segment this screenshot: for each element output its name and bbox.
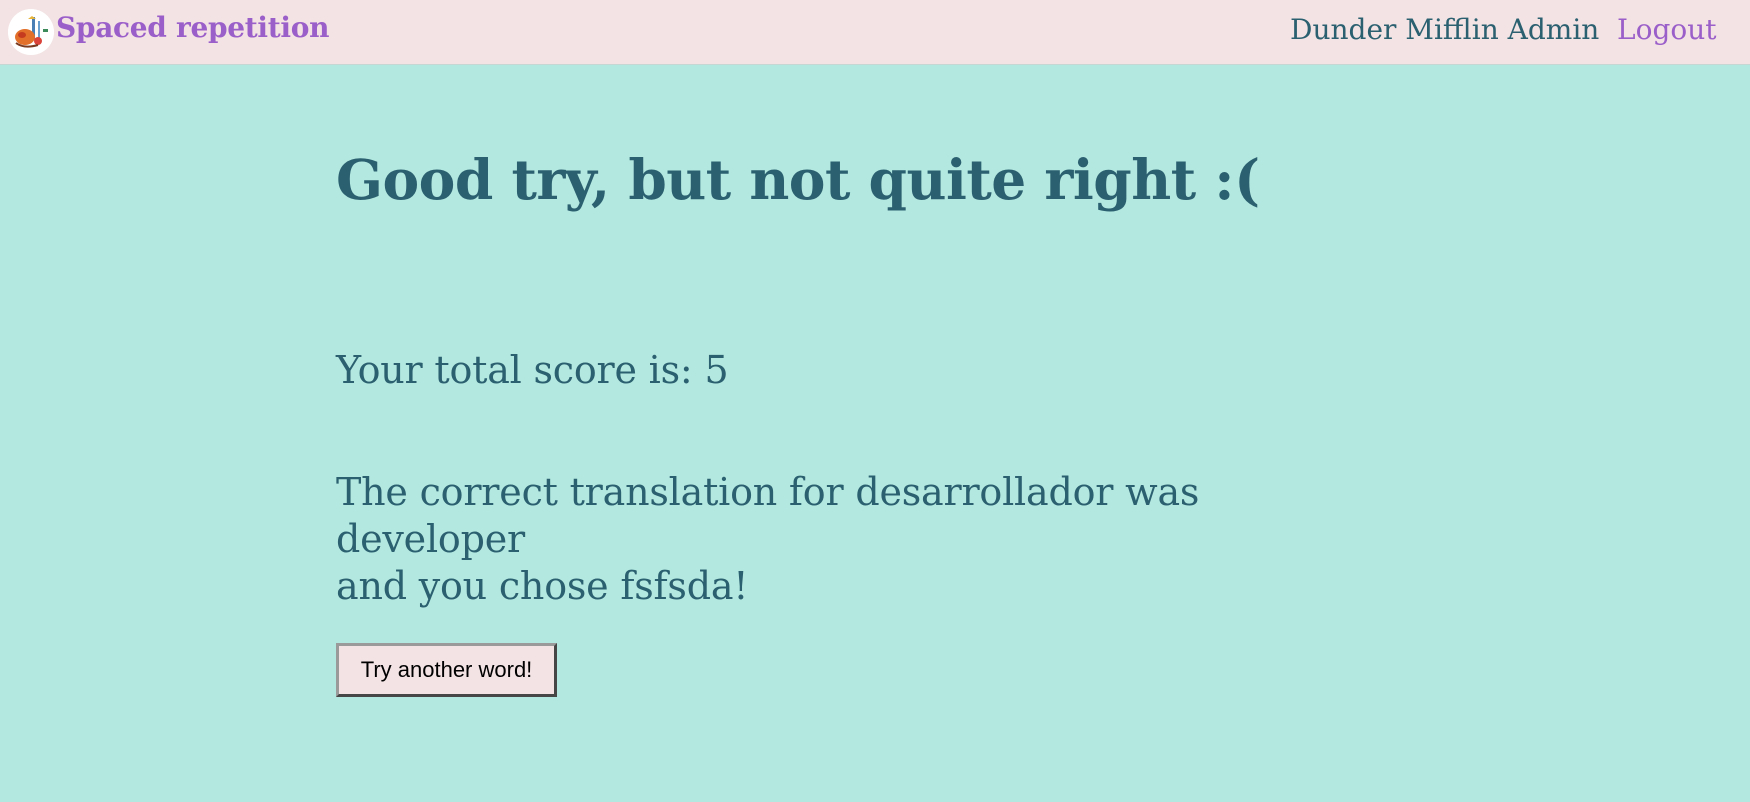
feedback-mid: was [1125,470,1200,514]
feedback-user-prefix: and you chose [336,564,609,608]
feedback-suffix: ! [733,564,749,608]
result-headline: Good try, but not quite right :( [336,147,1260,212]
feedback-prefix: The correct translation for [336,470,844,514]
app-title-link[interactable]: Spaced repetition [56,11,329,44]
score-value: 5 [704,348,729,392]
feedback-message: The correct translation for desarrollado… [336,469,1376,610]
app-header: Spaced repetition Dunder Mifflin Admin L… [0,0,1750,65]
total-score: Your total score is: 5 [336,346,729,394]
user-guess: fsfsda [620,564,734,608]
try-another-word-button[interactable]: Try another word! [336,643,557,697]
correct-translation: developer [336,517,525,561]
app-logo-icon[interactable] [8,9,54,55]
user-name: Dunder Mifflin Admin [1290,13,1600,46]
score-label: Your total score is: [336,348,693,392]
logout-link[interactable]: Logout [1617,13,1717,46]
original-word: desarrollador [855,470,1114,514]
